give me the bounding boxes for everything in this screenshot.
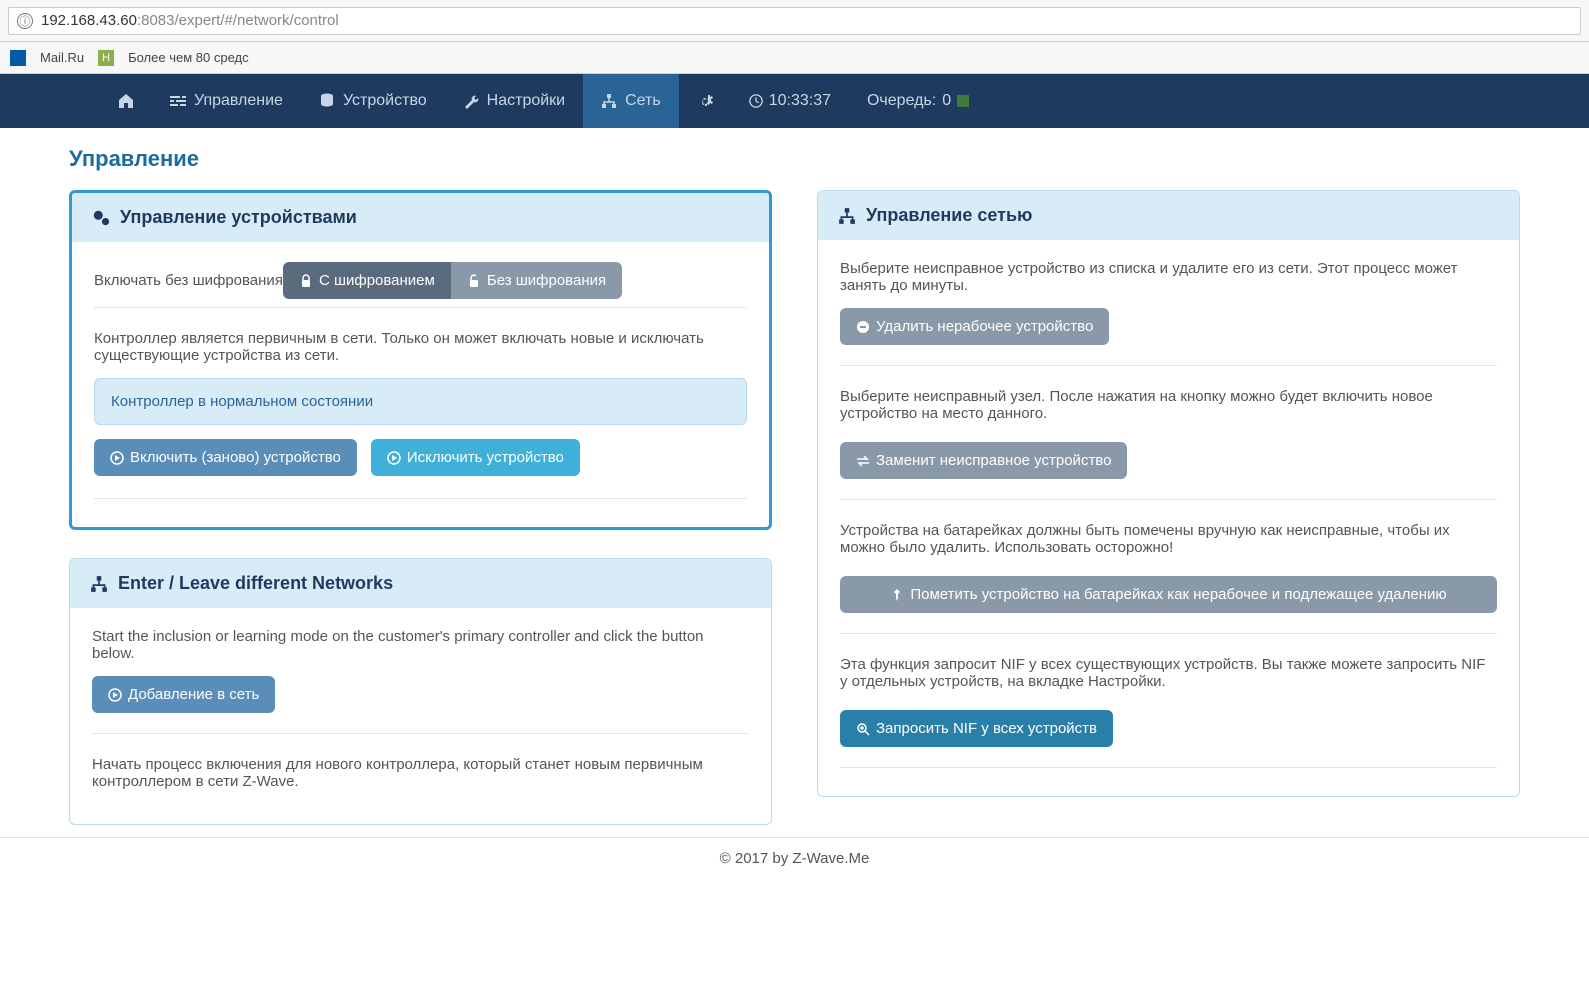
bookmark-icon-mailru	[10, 50, 26, 66]
queue-count: 0	[942, 92, 951, 110]
nav-home[interactable]	[100, 74, 152, 128]
add-to-network-button[interactable]: Добавление в сеть	[92, 676, 275, 713]
bookmark-mailru[interactable]: Mail.Ru	[40, 50, 84, 65]
play-circle-icon	[387, 451, 401, 465]
nav-device-label: Устройство	[343, 92, 427, 110]
url-path: /expert/#/network/control	[174, 12, 338, 29]
clock-icon	[749, 94, 763, 108]
play-circle-icon	[108, 688, 122, 702]
remove-failed-text: Выберите неисправное устройство из списк…	[840, 260, 1497, 294]
time-value: 10:33:37	[769, 92, 831, 110]
lock-icon	[299, 274, 313, 288]
without-enc-label: Без шифрования	[487, 272, 606, 289]
minus-circle-icon	[856, 320, 870, 334]
nif-btn-label: Запросить NIF у всех устройств	[876, 720, 1097, 737]
nav-management-label: Управление	[194, 92, 283, 110]
home-icon	[118, 93, 134, 109]
remove-failed-button[interactable]: Удалить нерабочее устройство	[840, 308, 1109, 345]
replace-failed-label: Заменит неисправное устройство	[876, 452, 1111, 469]
info-icon: ⓘ	[17, 13, 33, 29]
main-nav: Управление Устройство Настройки Сеть 10:…	[0, 74, 1589, 128]
primary-controller-text: Контроллер является первичным в сети. То…	[94, 316, 747, 378]
wrench-icon	[463, 93, 479, 109]
nav-time: 10:33:37	[731, 74, 849, 128]
include-no-enc-label: Включать без шифрования	[94, 272, 283, 289]
footer: © 2017 by Z-Wave.Me	[0, 837, 1589, 879]
nav-settings[interactable]: Настройки	[445, 74, 583, 128]
network-management-title: Управление сетью	[866, 205, 1032, 226]
add-network-label: Добавление в сеть	[128, 686, 259, 703]
url-input[interactable]: ⓘ 192.168.43.60:8083/expert/#/network/co…	[8, 7, 1581, 35]
with-encryption-button[interactable]: С шифрованием	[283, 262, 451, 299]
exclude-btn-label: Исключить устройство	[407, 449, 564, 466]
play-circle-icon	[110, 451, 124, 465]
enter-leave-panel: Enter / Leave different Networks Start t…	[69, 558, 772, 825]
url-port: :8083	[137, 12, 175, 29]
nav-network[interactable]: Сеть	[583, 74, 679, 128]
gear-icon	[697, 93, 713, 109]
with-enc-label: С шифрованием	[319, 272, 435, 289]
queue-label: Очередь:	[867, 92, 936, 110]
battery-btn-label: Пометить устройство на батарейках как не…	[910, 586, 1446, 603]
browser-address-bar: ⓘ 192.168.43.60:8083/expert/#/network/co…	[0, 0, 1589, 42]
sitemap-icon	[90, 575, 108, 593]
replace-failed-button[interactable]: Заменит неисправное устройство	[840, 442, 1127, 479]
nav-management[interactable]: Управление	[152, 74, 301, 128]
enter-leave-text1: Start the inclusion or learning mode on …	[92, 628, 749, 662]
unlock-icon	[467, 274, 481, 288]
url-host: 192.168.43.60	[41, 12, 137, 29]
sitemap-icon	[601, 93, 617, 109]
page-title: Управление	[69, 146, 1520, 172]
exchange-icon	[856, 454, 870, 468]
include-btn-label: Включить (заново) устройство	[130, 449, 341, 466]
sitemap-icon	[838, 207, 856, 225]
nav-device[interactable]: Устройство	[301, 74, 445, 128]
nav-settings-label: Настройки	[487, 92, 565, 110]
enter-leave-text2: Начать процесс включения для нового конт…	[92, 742, 749, 804]
mark-battery-failed-button[interactable]: Пометить устройство на батарейках как не…	[840, 576, 1497, 613]
replace-failed-text: Выберите неисправный узел. После нажатия…	[840, 374, 1497, 436]
bookmark-other[interactable]: Более чем 80 средс	[128, 50, 249, 65]
pin-icon	[890, 588, 904, 602]
nav-cog[interactable]	[679, 74, 731, 128]
encryption-toggle: С шифрованием Без шифрования	[283, 262, 622, 299]
nav-queue[interactable]: Очередь: 0	[849, 74, 987, 128]
cogs-icon	[92, 209, 110, 227]
bookmark-icon-h: H	[98, 50, 114, 66]
device-management-panel: Управление устройствами Включать без шиф…	[69, 190, 772, 530]
enter-leave-title: Enter / Leave different Networks	[118, 573, 393, 594]
controller-state-alert: Контроллер в нормальном состоянии	[94, 378, 747, 425]
network-management-panel: Управление сетью Выберите неисправное ус…	[817, 190, 1520, 797]
device-management-title: Управление устройствами	[120, 207, 357, 228]
nav-network-label: Сеть	[625, 92, 661, 110]
include-device-button[interactable]: Включить (заново) устройство	[94, 439, 357, 476]
queue-indicator-icon	[957, 95, 969, 107]
sliders-icon	[170, 93, 186, 109]
nif-text: Эта функция запросит NIF у всех существу…	[840, 642, 1497, 704]
remove-failed-label: Удалить нерабочее устройство	[876, 318, 1093, 335]
search-plus-icon	[856, 722, 870, 736]
battery-text: Устройства на батарейках должны быть пом…	[840, 508, 1497, 570]
exclude-device-button[interactable]: Исключить устройство	[371, 439, 580, 476]
request-nif-button[interactable]: Запросить NIF у всех устройств	[840, 710, 1113, 747]
database-icon	[319, 93, 335, 109]
without-encryption-button[interactable]: Без шифрования	[451, 262, 622, 299]
bookmarks-bar: Mail.Ru H Более чем 80 средс	[0, 42, 1589, 74]
